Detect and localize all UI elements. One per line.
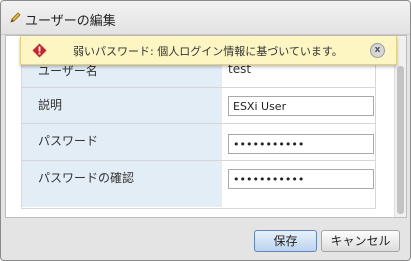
cancel-button[interactable]: キャンセル [321,230,400,252]
description-input[interactable] [228,96,374,116]
dialog-titlebar[interactable]: ユーザーの編集 [1,1,410,35]
save-button[interactable]: 保存 [254,230,317,252]
close-icon[interactable]: x [370,43,385,58]
weak-password-warning: 弱いパスワード: 個人ログイン情報に基づいています。 x [20,36,397,65]
scrollbar-thumb[interactable] [397,66,404,214]
description-label: 説明 [38,98,63,112]
edit-user-dialog: ユーザーの編集 弱いパスワード: 個人ログイン情報に基づいています。 x ユーザ… [0,0,411,261]
dialog-content: 弱いパスワード: 個人ログイン情報に基づいています。 x ユーザー名 test … [5,35,407,218]
password-row: パスワード [22,124,375,161]
warning-text: 弱いパスワード: 個人ログイン情報に基づいています。 [73,45,343,58]
confirm-password-label: パスワードの確認 [38,171,135,185]
password-label: パスワード [38,134,99,148]
confirm-password-row: パスワードの確認 [22,161,375,207]
dialog-title: ユーザーの編集 [25,14,116,29]
confirm-password-input[interactable] [228,169,374,189]
pencil-icon [10,12,21,23]
warning-icon [32,43,47,58]
user-form: ユーザー名 test 説明 パスワード パスワードの確認 [21,51,376,209]
password-input[interactable] [228,134,374,154]
description-row: 説明 [22,88,375,124]
